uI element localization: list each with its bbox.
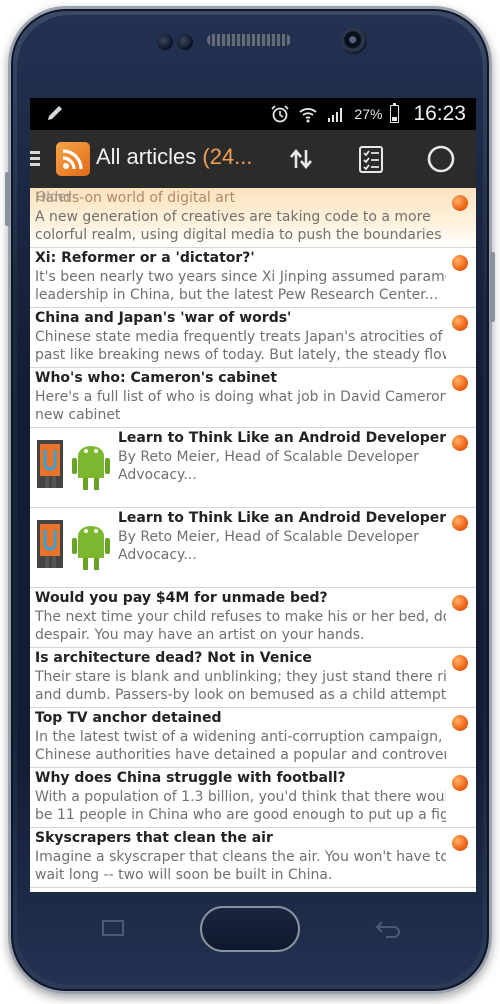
article-title: Learn to Think Like an Android Developer bbox=[118, 510, 446, 526]
android-developer-thumbnail bbox=[37, 440, 110, 490]
article-description: and dumb. Passers-by look on bemused as … bbox=[35, 687, 446, 703]
article-description: With a population of 1.3 billion, you'd … bbox=[35, 789, 446, 805]
article-title: Top TV anchor detained bbox=[35, 710, 222, 726]
rss-icon[interactable] bbox=[56, 142, 90, 176]
unread-dot-icon[interactable] bbox=[452, 195, 468, 211]
article-title: Skyscrapers that clean the air bbox=[35, 830, 273, 846]
phone-screen: 27% 16:23 All articles (24... Older Hand… bbox=[30, 98, 476, 892]
article-description: past like breaking news of today. But la… bbox=[35, 347, 446, 363]
unread-dot-icon[interactable] bbox=[452, 835, 468, 851]
earpiece-speaker bbox=[207, 34, 291, 46]
back-icon[interactable] bbox=[374, 918, 402, 944]
unread-dot-icon[interactable] bbox=[452, 715, 468, 731]
list-item[interactable]: Top TV anchor detained In the latest twi… bbox=[30, 708, 476, 768]
sort-arrows-icon[interactable] bbox=[286, 144, 316, 174]
circle-icon[interactable] bbox=[426, 144, 456, 174]
article-description: Their stare is blank and unblinking; the… bbox=[35, 669, 446, 685]
article-description: Advocacy... bbox=[118, 467, 197, 483]
article-description: The next time your child refuses to make… bbox=[35, 609, 446, 625]
article-description: Chinese state media frequently treats Ja… bbox=[35, 329, 446, 345]
page-title[interactable]: All articles (24... bbox=[96, 144, 253, 170]
article-description: colorful realm, using digital media to p… bbox=[35, 227, 446, 243]
list-item[interactable]: Older Hands-on world of digital art A ne… bbox=[30, 188, 476, 248]
unread-dot-icon[interactable] bbox=[452, 255, 468, 271]
article-description: Advocacy... bbox=[118, 547, 197, 563]
volume-button bbox=[5, 172, 10, 226]
unread-dot-icon[interactable] bbox=[452, 655, 468, 671]
article-description: wait long -- two will soon be built in C… bbox=[35, 867, 333, 883]
article-description: By Reto Meier, Head of Scalable Develope… bbox=[118, 449, 419, 465]
unread-dot-icon[interactable] bbox=[452, 775, 468, 791]
article-title: Would you pay $4M for unmade bed? bbox=[35, 590, 328, 606]
list-item[interactable]: Learn to Think Like an Android Developer… bbox=[30, 428, 476, 508]
checklist-icon[interactable] bbox=[356, 144, 386, 174]
article-list[interactable]: Older Hands-on world of digital art A ne… bbox=[30, 188, 476, 888]
status-bar: 27% 16:23 bbox=[30, 98, 476, 130]
article-title: Learn to Think Like an Android Developer bbox=[118, 430, 446, 446]
light-sensor bbox=[177, 34, 193, 50]
list-item[interactable]: Who's who: Cameron's cabinet Here's a fu… bbox=[30, 368, 476, 428]
proximity-sensor bbox=[157, 34, 173, 50]
unread-dot-icon[interactable] bbox=[452, 375, 468, 391]
article-description: new cabinet bbox=[35, 407, 121, 423]
article-description: despair. You may have an artist on your … bbox=[35, 627, 365, 643]
article-description: By Reto Meier, Head of Scalable Develope… bbox=[118, 529, 419, 545]
alarm-icon bbox=[271, 105, 290, 123]
article-description: In the latest twist of a widening anti-c… bbox=[35, 729, 443, 745]
recent-apps-icon[interactable] bbox=[100, 918, 126, 944]
article-description: Imagine a skyscraper that cleans the air… bbox=[35, 849, 446, 865]
article-title: Hands-on world of digital art bbox=[35, 190, 236, 206]
article-count: (24... bbox=[202, 144, 253, 169]
pencil-icon bbox=[48, 106, 62, 120]
page-title-text: All articles bbox=[96, 144, 197, 169]
battery-icon bbox=[390, 103, 400, 123]
list-item[interactable]: Learn to Think Like an Android Developer… bbox=[30, 508, 476, 588]
list-item[interactable]: China and Japan's 'war of words' Chinese… bbox=[30, 308, 476, 368]
list-item[interactable]: Would you pay $4M for unmade bed? The ne… bbox=[30, 588, 476, 648]
home-button[interactable] bbox=[200, 906, 300, 952]
status-clock: 16:23 bbox=[413, 102, 466, 125]
article-description: Chinese authorities have detained a popu… bbox=[35, 747, 446, 763]
article-title: Is architecture dead? Not in Venice bbox=[35, 650, 312, 666]
list-item[interactable]: Skyscrapers that clean the air Imagine a… bbox=[30, 828, 476, 888]
list-item[interactable]: Is architecture dead? Not in Venice Thei… bbox=[30, 648, 476, 708]
action-bar: All articles (24... bbox=[30, 130, 476, 188]
wifi-icon bbox=[299, 108, 318, 123]
article-description: It's been nearly two years since Xi Jinp… bbox=[35, 269, 446, 285]
list-item[interactable]: Xi: Reformer or a 'dictator?' It's been … bbox=[30, 248, 476, 308]
unread-dot-icon[interactable] bbox=[452, 315, 468, 331]
article-description: Here's a full list of who is doing what … bbox=[35, 389, 446, 405]
article-title: Xi: Reformer or a 'dictator?' bbox=[35, 250, 255, 266]
battery-percentage: 27% bbox=[354, 106, 383, 122]
article-title: Who's who: Cameron's cabinet bbox=[35, 370, 278, 386]
front-camera bbox=[341, 28, 367, 54]
list-item[interactable]: Why does China struggle with football? W… bbox=[30, 768, 476, 828]
article-description: A new generation of creatives are taking… bbox=[35, 209, 431, 225]
article-title: Why does China struggle with football? bbox=[35, 770, 346, 786]
hamburger-icon[interactable] bbox=[30, 151, 40, 167]
signal-icon bbox=[328, 108, 343, 122]
unread-dot-icon[interactable] bbox=[452, 595, 468, 611]
power-button bbox=[490, 252, 495, 322]
android-developer-thumbnail bbox=[37, 520, 110, 570]
unread-dot-icon[interactable] bbox=[452, 435, 468, 451]
article-description: leadership in China, but the latest Pew … bbox=[35, 287, 439, 303]
unread-dot-icon[interactable] bbox=[452, 515, 468, 531]
older-label: Older bbox=[36, 190, 72, 205]
article-title: China and Japan's 'war of words' bbox=[35, 310, 292, 326]
article-description: be 11 people in China who are good enoug… bbox=[35, 807, 446, 823]
